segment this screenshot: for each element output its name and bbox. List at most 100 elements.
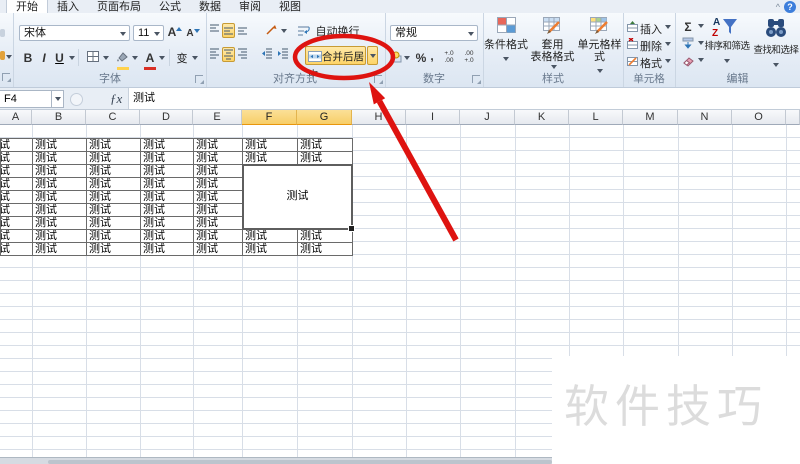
merge-center-dropdown[interactable] bbox=[367, 46, 378, 65]
phonetic-dropdown-icon[interactable] bbox=[192, 56, 198, 63]
tab-公式[interactable]: 公式 bbox=[150, 0, 190, 13]
increase-decimal-button[interactable]: +.0.00 bbox=[441, 50, 457, 65]
accounting-format-button[interactable] bbox=[389, 50, 403, 65]
column-header-I[interactable]: I bbox=[406, 110, 460, 125]
cell-C7[interactable]: 测试 bbox=[86, 203, 141, 217]
cell-B4[interactable]: 测试 bbox=[32, 164, 87, 178]
font-dialog-launcher[interactable] bbox=[195, 75, 204, 84]
tab-插入[interactable]: 插入 bbox=[48, 0, 88, 13]
orientation-dropdown-icon[interactable] bbox=[281, 29, 287, 36]
orientation-button[interactable] bbox=[263, 23, 279, 38]
underline-dropdown-icon[interactable] bbox=[69, 56, 75, 63]
cell-A6[interactable]: 测试 bbox=[0, 190, 33, 204]
cell-A9[interactable]: 测试 bbox=[0, 229, 33, 243]
bold-button[interactable]: B bbox=[21, 49, 35, 66]
cell-G10[interactable]: 测试 bbox=[297, 242, 353, 256]
cell-F10[interactable]: 测试 bbox=[242, 242, 298, 256]
column-header-H[interactable]: H bbox=[352, 110, 406, 125]
cell-C6[interactable]: 测试 bbox=[86, 190, 141, 204]
font-color-dropdown-icon[interactable] bbox=[159, 56, 165, 63]
align-bottom-button[interactable] bbox=[236, 23, 249, 38]
name-box[interactable]: F4 bbox=[0, 90, 52, 108]
sort-filter-button[interactable]: A Z 排序和筛选 bbox=[703, 17, 751, 71]
align-right-button[interactable] bbox=[236, 47, 249, 62]
column-header-E[interactable]: E bbox=[193, 110, 242, 125]
cell-D6[interactable]: 测试 bbox=[140, 190, 194, 204]
merged-cell-selection[interactable]: 测试 bbox=[242, 164, 355, 232]
cell-E8[interactable]: 测试 bbox=[193, 216, 243, 230]
cell-A5[interactable]: 测试 bbox=[0, 177, 33, 191]
column-header-F[interactable]: F bbox=[242, 110, 297, 125]
cell-D7[interactable]: 测试 bbox=[140, 203, 194, 217]
cell-C8[interactable]: 测试 bbox=[86, 216, 141, 230]
cell-G9[interactable]: 测试 bbox=[297, 229, 353, 243]
cell-D8[interactable]: 测试 bbox=[140, 216, 194, 230]
fill-handle[interactable] bbox=[348, 225, 355, 232]
cell-B2[interactable]: 测试 bbox=[32, 138, 87, 152]
cell-B5[interactable]: 测试 bbox=[32, 177, 87, 191]
cell-A10[interactable]: 测试 bbox=[0, 242, 33, 256]
cell-A2[interactable]: 测试 bbox=[0, 138, 33, 152]
cell-A8[interactable]: 测试 bbox=[0, 216, 33, 230]
align-middle-button[interactable] bbox=[222, 23, 235, 38]
comma-button[interactable]: , bbox=[428, 47, 436, 63]
cell-B3[interactable]: 测试 bbox=[32, 151, 87, 165]
cell-D2[interactable]: 测试 bbox=[140, 138, 194, 152]
format-as-table-button[interactable]: 套用 表格格式 bbox=[529, 17, 576, 75]
cell-C9[interactable]: 测试 bbox=[86, 229, 141, 243]
cell-F2[interactable]: 测试 bbox=[242, 138, 298, 152]
italic-button[interactable]: I bbox=[38, 49, 50, 66]
accounting-dropdown-icon[interactable] bbox=[404, 56, 410, 63]
collapse-ribbon-icon[interactable]: ^ bbox=[776, 2, 780, 12]
cell-D9[interactable]: 测试 bbox=[140, 229, 194, 243]
chevron-down-icon[interactable] bbox=[468, 32, 474, 39]
cell-E6[interactable]: 测试 bbox=[193, 190, 243, 204]
cell-B10[interactable]: 测试 bbox=[32, 242, 87, 256]
column-header-L[interactable]: L bbox=[569, 110, 623, 125]
increase-indent-button[interactable] bbox=[276, 47, 290, 62]
alignment-dialog-launcher[interactable] bbox=[374, 75, 383, 84]
font-color-button[interactable]: A bbox=[142, 49, 158, 70]
borders-dropdown-icon[interactable] bbox=[103, 56, 109, 63]
cell-D10[interactable]: 测试 bbox=[140, 242, 194, 256]
cell-E2[interactable]: 测试 bbox=[193, 138, 243, 152]
align-center-button[interactable] bbox=[222, 47, 235, 62]
phonetic-guide-button[interactable]: 变 bbox=[174, 49, 190, 66]
format-cells-button[interactable]: 格式 bbox=[623, 54, 675, 70]
align-left-button[interactable] bbox=[208, 47, 221, 62]
tab-开始[interactable]: 开始 bbox=[6, 0, 48, 13]
name-box-dropdown[interactable] bbox=[51, 90, 64, 108]
help-icon[interactable]: ? bbox=[784, 1, 796, 13]
cell-D3[interactable]: 测试 bbox=[140, 151, 194, 165]
fill-color-dropdown-icon[interactable] bbox=[132, 56, 138, 63]
column-header-C[interactable]: C bbox=[86, 110, 140, 125]
cell-A7[interactable]: 测试 bbox=[0, 203, 33, 217]
find-select-button[interactable]: 查找和选择 bbox=[753, 17, 799, 75]
column-header-O[interactable]: O bbox=[732, 110, 786, 125]
fill-button[interactable] bbox=[681, 36, 695, 50]
cell-C10[interactable]: 测试 bbox=[86, 242, 141, 256]
column-header-N[interactable]: N bbox=[678, 110, 732, 125]
cell-C2[interactable]: 测试 bbox=[86, 138, 141, 152]
cell-B6[interactable]: 测试 bbox=[32, 190, 87, 204]
cell-D4[interactable]: 测试 bbox=[140, 164, 194, 178]
font-size-combo[interactable]: 11 bbox=[133, 25, 164, 41]
fill-color-button[interactable] bbox=[114, 49, 131, 70]
tab-视图[interactable]: 视图 bbox=[270, 0, 310, 13]
wrap-text-button[interactable]: 自动换行 bbox=[297, 22, 381, 39]
cell-E7[interactable]: 测试 bbox=[193, 203, 243, 217]
cell-G2[interactable]: 测试 bbox=[297, 138, 353, 152]
chevron-down-icon[interactable] bbox=[120, 32, 126, 39]
clear-button[interactable] bbox=[681, 54, 695, 67]
tab-审阅[interactable]: 审阅 bbox=[230, 0, 270, 13]
merge-center-button[interactable]: 合并后居中 bbox=[305, 46, 366, 81]
cell-D5[interactable]: 测试 bbox=[140, 177, 194, 191]
column-header-G[interactable]: G bbox=[297, 110, 352, 125]
cell-F3[interactable]: 测试 bbox=[242, 151, 298, 165]
underline-button[interactable]: U bbox=[53, 49, 66, 66]
cell-C3[interactable]: 测试 bbox=[86, 151, 141, 165]
scrollbar-thumb[interactable] bbox=[48, 460, 552, 464]
column-header-K[interactable]: K bbox=[515, 110, 569, 125]
insert-cells-button[interactable]: 插入 bbox=[623, 20, 675, 36]
tab-数据[interactable]: 数据 bbox=[190, 0, 230, 13]
